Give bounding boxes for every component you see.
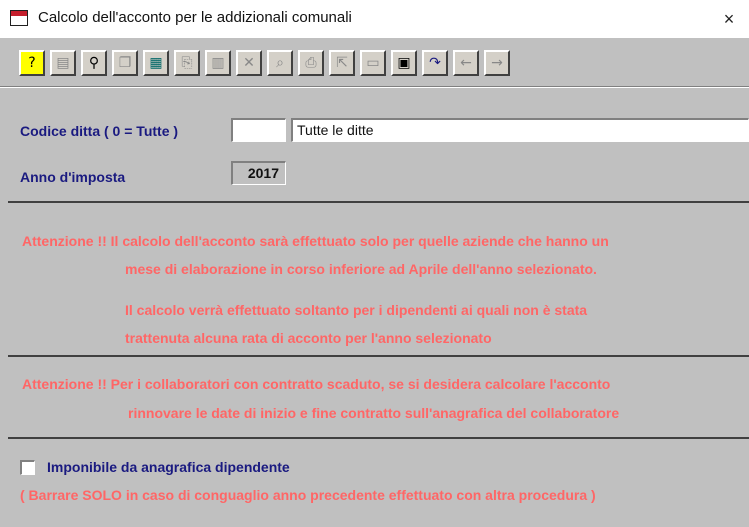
close-button[interactable]: ×	[709, 0, 749, 38]
print-icon[interactable]: ⎙	[298, 50, 324, 76]
properties-icon[interactable]: ▤	[50, 50, 76, 76]
imponibile-checkbox-label[interactable]: Imponibile da anagrafica dipendente	[47, 459, 290, 475]
anno-imposta-input[interactable]: 2017	[231, 161, 286, 185]
warning-line: Attenzione !! Per i collaboratori con co…	[22, 376, 611, 392]
arrow-left-icon[interactable]: ←	[453, 50, 479, 76]
note-icon[interactable]: ▭	[360, 50, 386, 76]
preview-icon[interactable]: ⌕	[267, 50, 293, 76]
anno-imposta-label: Anno d'imposta	[20, 169, 126, 185]
calculator-icon[interactable]: ▦	[143, 50, 169, 76]
warning-line: trattenuta alcuna rata di acconto per l'…	[125, 330, 492, 346]
checkbox-note: ( Barrare SOLO in caso di conguaglio ann…	[20, 487, 596, 503]
delete-icon[interactable]: ✕	[236, 50, 262, 76]
save-icon[interactable]: ▣	[391, 50, 417, 76]
warning-line: Il calcolo verrà effettuato soltanto per…	[125, 302, 588, 318]
copy-icon[interactable]: ⎘	[174, 50, 200, 76]
warning-line: mese di elaborazione in corso inferiore …	[125, 261, 597, 277]
app-icon	[10, 10, 28, 26]
title-bar: Calcolo dell'acconto per le addizionali …	[0, 0, 749, 38]
copy-records-icon[interactable]: ❐	[112, 50, 138, 76]
redo-icon[interactable]: ↷	[422, 50, 448, 76]
codice-ditta-label: Codice ditta ( 0 = Tutte )	[20, 123, 179, 139]
help-icon[interactable]: ?	[19, 50, 45, 76]
window-title: Calcolo dell'acconto per le addizionali …	[38, 9, 352, 26]
export-icon[interactable]: ⇱	[329, 50, 355, 76]
grid-icon[interactable]: ▥	[205, 50, 231, 76]
imponibile-checkbox[interactable]	[20, 460, 35, 475]
warning-line: Attenzione !! Il calcolo dell'acconto sa…	[22, 233, 609, 249]
divider	[8, 437, 749, 439]
divider	[8, 355, 749, 357]
toolbar: ? ▤ ⚲ ❐ ▦ ⎘ ▥ ✕ ⌕ ⎙ ⇱ ▭ ▣ ↷ ← →	[0, 38, 749, 90]
toolbar-separator	[0, 86, 749, 88]
binoculars-icon[interactable]: ⚲	[81, 50, 107, 76]
divider	[8, 201, 749, 203]
arrow-right-icon[interactable]: →	[484, 50, 510, 76]
ditta-description-field: Tutte le ditte	[291, 118, 749, 142]
warning-line: rinnovare le date di inizio e fine contr…	[128, 405, 620, 421]
codice-ditta-input[interactable]	[231, 118, 286, 142]
